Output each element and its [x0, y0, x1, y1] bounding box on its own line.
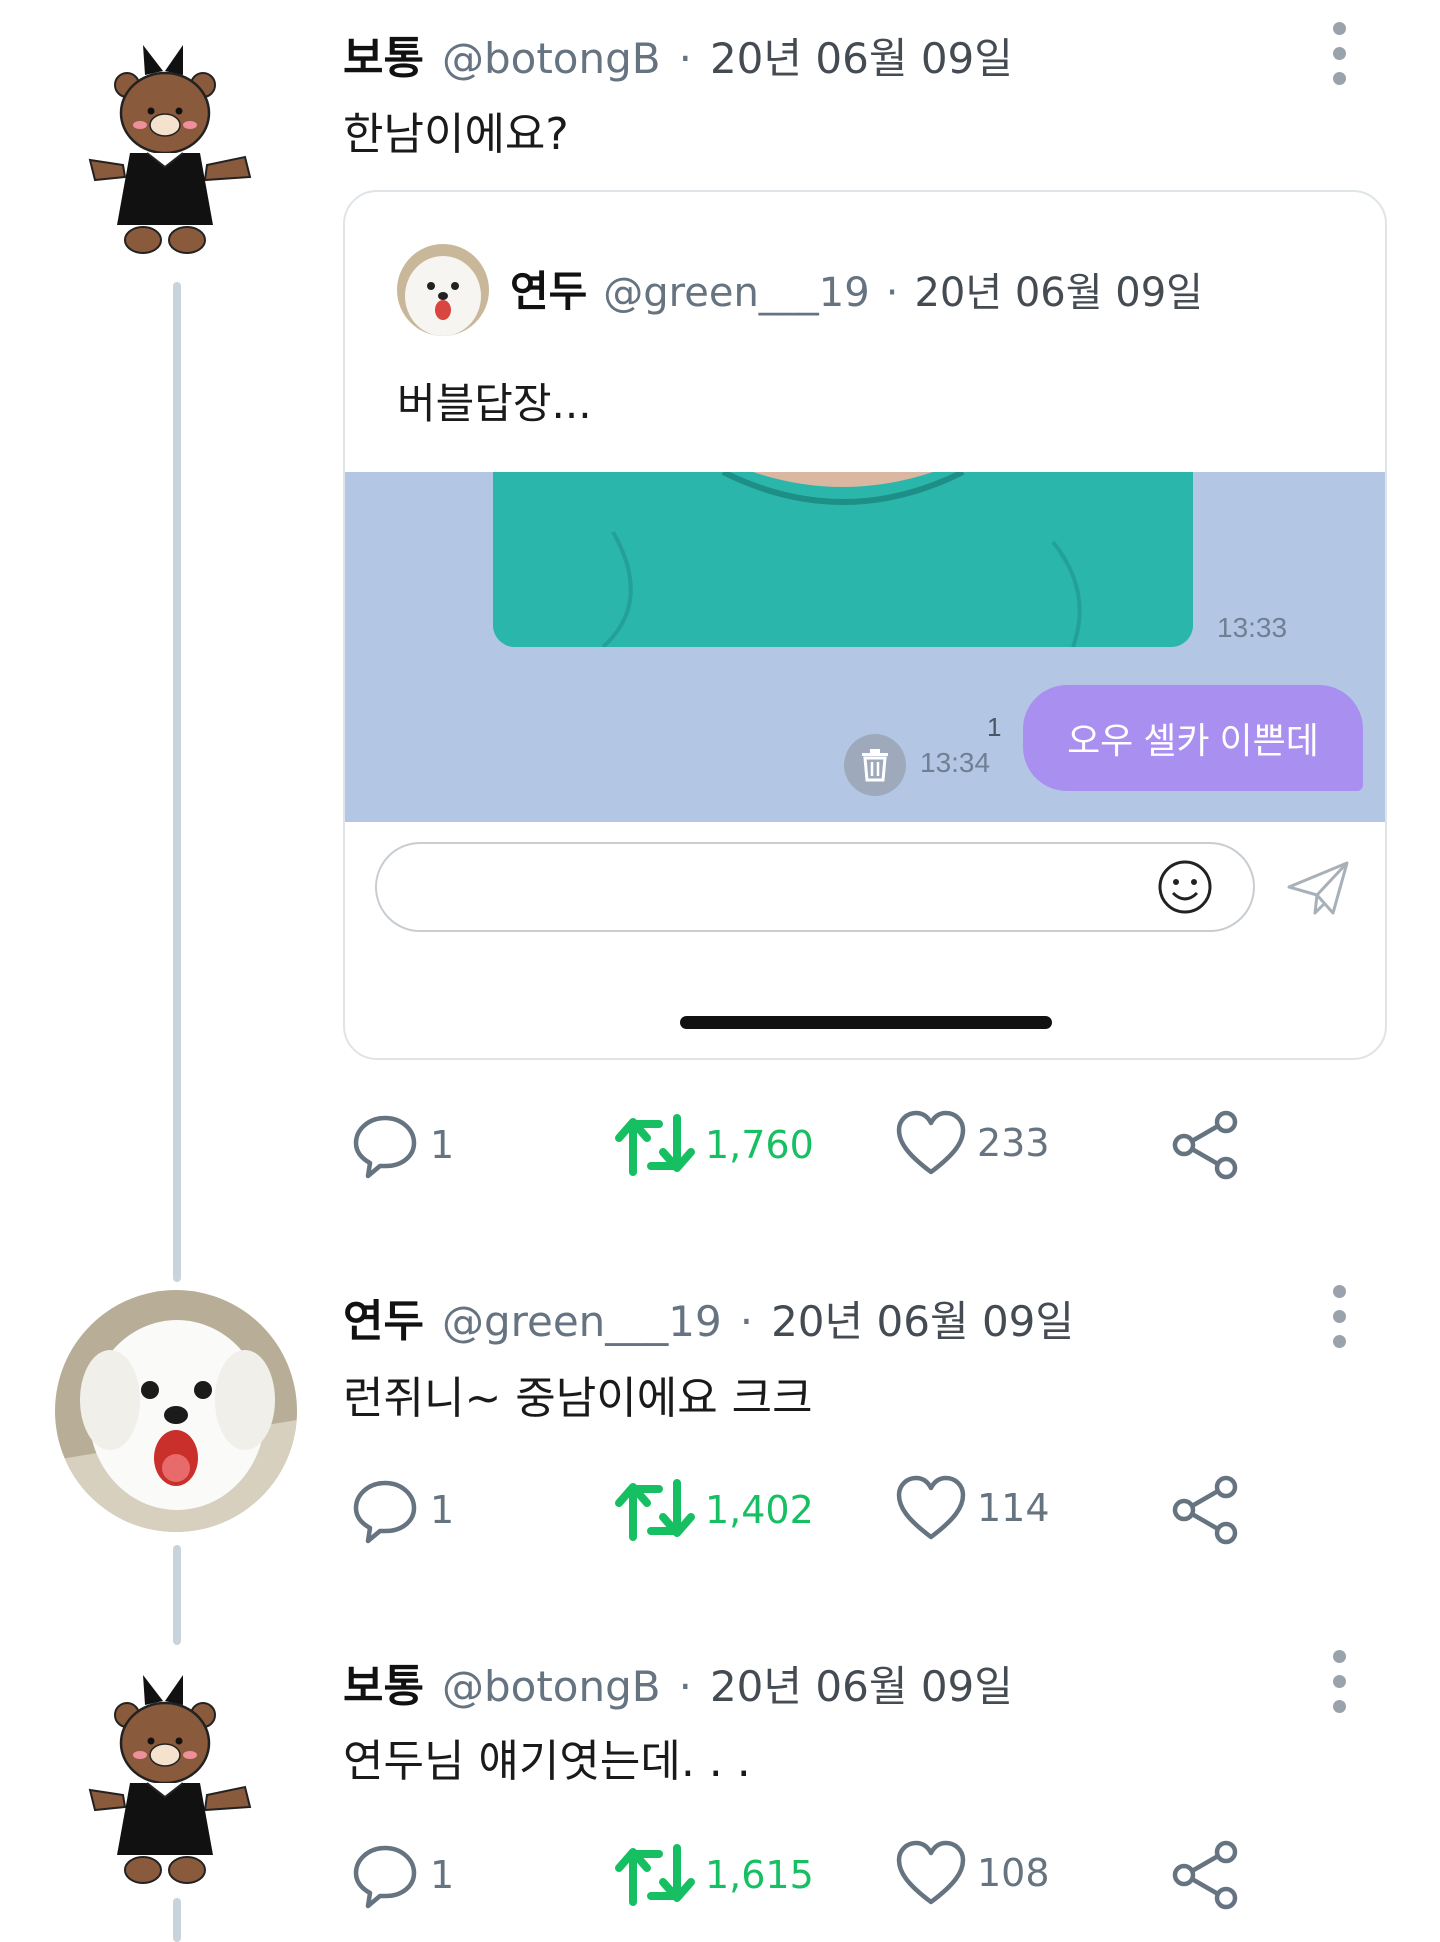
tweet-actions: 1 1,402 114 — [350, 1475, 1250, 1555]
chat-message-bubble[interactable]: 오우 셀카 이쁜데 — [1023, 685, 1363, 791]
retweet-button[interactable]: 1,760 — [615, 1110, 814, 1180]
more-options-button[interactable] — [1333, 22, 1347, 85]
tweet-date[interactable]: 20년 06월 09일 — [710, 25, 1013, 86]
photo-timestamp: 13:33 — [1217, 612, 1288, 643]
like-count: 108 — [977, 1851, 1050, 1895]
dog-avatar-icon — [397, 244, 489, 336]
retweet-count: 1,402 — [705, 1488, 814, 1532]
thread-line — [173, 1898, 181, 1942]
author-handle[interactable]: @botongB — [442, 1662, 661, 1711]
retweet-icon — [615, 1479, 695, 1541]
chat-message-input[interactable] — [375, 842, 1255, 932]
reply-button[interactable]: 1 — [350, 1840, 454, 1910]
author-name[interactable]: 보통 — [343, 1650, 424, 1714]
heart-icon — [896, 1110, 966, 1175]
quoted-tweet-text: 버블답장... — [397, 379, 592, 428]
separator-dot: · — [885, 270, 899, 316]
tweet-text: 연두님 얘기엿는데. . . — [343, 1736, 751, 1787]
tweet-date[interactable]: 20년 06월 09일 — [710, 1653, 1013, 1714]
bear-avatar-icon — [88, 45, 252, 254]
more-options-button[interactable] — [1333, 1285, 1347, 1348]
message-timestamp: 13:34 — [920, 747, 991, 778]
tweet-actions: 1 1,615 108 — [350, 1840, 1250, 1920]
vertical-dots-icon — [1333, 1650, 1346, 1663]
vertical-dots-icon — [1333, 1335, 1346, 1348]
avatar-bear[interactable] — [85, 1665, 255, 1890]
retweet-count: 1,615 — [705, 1853, 814, 1897]
quoted-tweet-card[interactable]: 연두 @green___19 · 20년 06월 09일 버블답장... 13:… — [343, 190, 1387, 1060]
author-handle[interactable]: @green___19 — [442, 1297, 722, 1346]
retweet-icon — [615, 1114, 695, 1176]
like-count: 233 — [977, 1121, 1050, 1165]
vertical-dots-icon — [1333, 1700, 1346, 1713]
tweet-header: 보통 @botongB · 20년 06월 09일 — [343, 22, 1013, 86]
selfie-photo[interactable] — [493, 472, 1193, 647]
quoted-tweet-date: 20년 06월 09일 — [914, 270, 1203, 316]
vertical-dots-icon — [1333, 22, 1346, 35]
send-button[interactable] — [1285, 857, 1351, 919]
separator-dot: · — [678, 1662, 692, 1711]
share-button[interactable] — [1170, 1475, 1240, 1545]
speech-bubble-icon — [353, 1845, 417, 1909]
chat-screenshot: 13:33 1 13:34 오우 셀카 이쁜데 — [345, 472, 1385, 822]
separator-dot: · — [739, 1297, 754, 1346]
retweet-button[interactable]: 1,402 — [615, 1475, 814, 1545]
like-count: 114 — [977, 1486, 1050, 1530]
share-icon — [1172, 1110, 1238, 1180]
author-name[interactable]: 연두 — [343, 1285, 424, 1349]
speech-bubble-icon — [353, 1480, 417, 1544]
quoted-tweet-header: 연두 @green___19 · 20년 06월 09일 — [510, 258, 1203, 319]
more-options-button[interactable] — [1333, 1650, 1347, 1713]
reply-count: 1 — [430, 1488, 455, 1532]
retweet-button[interactable]: 1,615 — [615, 1840, 814, 1910]
tweet-text: 한남이에요? — [343, 109, 569, 160]
emoji-button[interactable] — [1155, 857, 1215, 917]
tweet-text: 런쥐니~ 중남이에요 크크 — [343, 1373, 813, 1424]
author-name[interactable]: 보통 — [343, 22, 424, 86]
teal-shirt-image — [493, 472, 1193, 647]
tweet-header: 보통 @botongB · 20년 06월 09일 — [343, 1650, 1013, 1714]
delete-button[interactable] — [844, 734, 906, 796]
tweet-date[interactable]: 20년 06월 09일 — [771, 1288, 1074, 1349]
reply-button[interactable]: 1 — [350, 1475, 454, 1545]
author-handle[interactable]: @botongB — [442, 34, 661, 83]
quoted-avatar[interactable] — [397, 244, 489, 336]
separator-dot: · — [678, 34, 692, 83]
retweet-icon — [615, 1844, 695, 1906]
avatar-dog[interactable] — [55, 1290, 297, 1532]
trash-icon — [862, 749, 888, 782]
vertical-dots-icon — [1333, 72, 1346, 85]
bear-avatar-icon — [88, 1675, 252, 1884]
vertical-dots-icon — [1333, 1675, 1346, 1688]
share-button[interactable] — [1170, 1110, 1240, 1180]
speech-bubble-icon — [353, 1115, 417, 1179]
paper-plane-icon — [1287, 861, 1349, 915]
quoted-author-handle[interactable]: @green___19 — [603, 270, 869, 316]
retweet-count: 1,760 — [705, 1123, 814, 1167]
vertical-dots-icon — [1333, 1310, 1346, 1323]
share-icon — [1172, 1840, 1238, 1910]
like-button[interactable]: 233 — [895, 1110, 1050, 1176]
like-button[interactable]: 108 — [895, 1840, 1050, 1906]
share-button[interactable] — [1170, 1840, 1240, 1910]
home-indicator — [680, 1016, 1052, 1029]
unread-count: 1 — [987, 712, 1002, 742]
vertical-dots-icon — [1333, 47, 1346, 60]
thread-line — [173, 1545, 181, 1645]
tweet-header: 연두 @green___19 · 20년 06월 09일 — [343, 1285, 1074, 1349]
reply-button[interactable]: 1 — [350, 1110, 454, 1180]
like-button[interactable]: 114 — [895, 1475, 1050, 1541]
reply-count: 1 — [430, 1123, 455, 1167]
smiley-icon — [1158, 860, 1212, 914]
tweet-actions: 1 1,760 233 — [350, 1110, 1250, 1190]
quoted-author-name[interactable]: 연두 — [510, 258, 587, 319]
reply-count: 1 — [430, 1853, 455, 1897]
avatar-bear[interactable] — [85, 35, 255, 260]
vertical-dots-icon — [1333, 1285, 1346, 1298]
thread-line — [173, 282, 181, 1282]
share-icon — [1172, 1475, 1238, 1545]
heart-icon — [896, 1840, 966, 1905]
heart-icon — [896, 1475, 966, 1540]
dog-avatar-icon — [55, 1290, 297, 1532]
